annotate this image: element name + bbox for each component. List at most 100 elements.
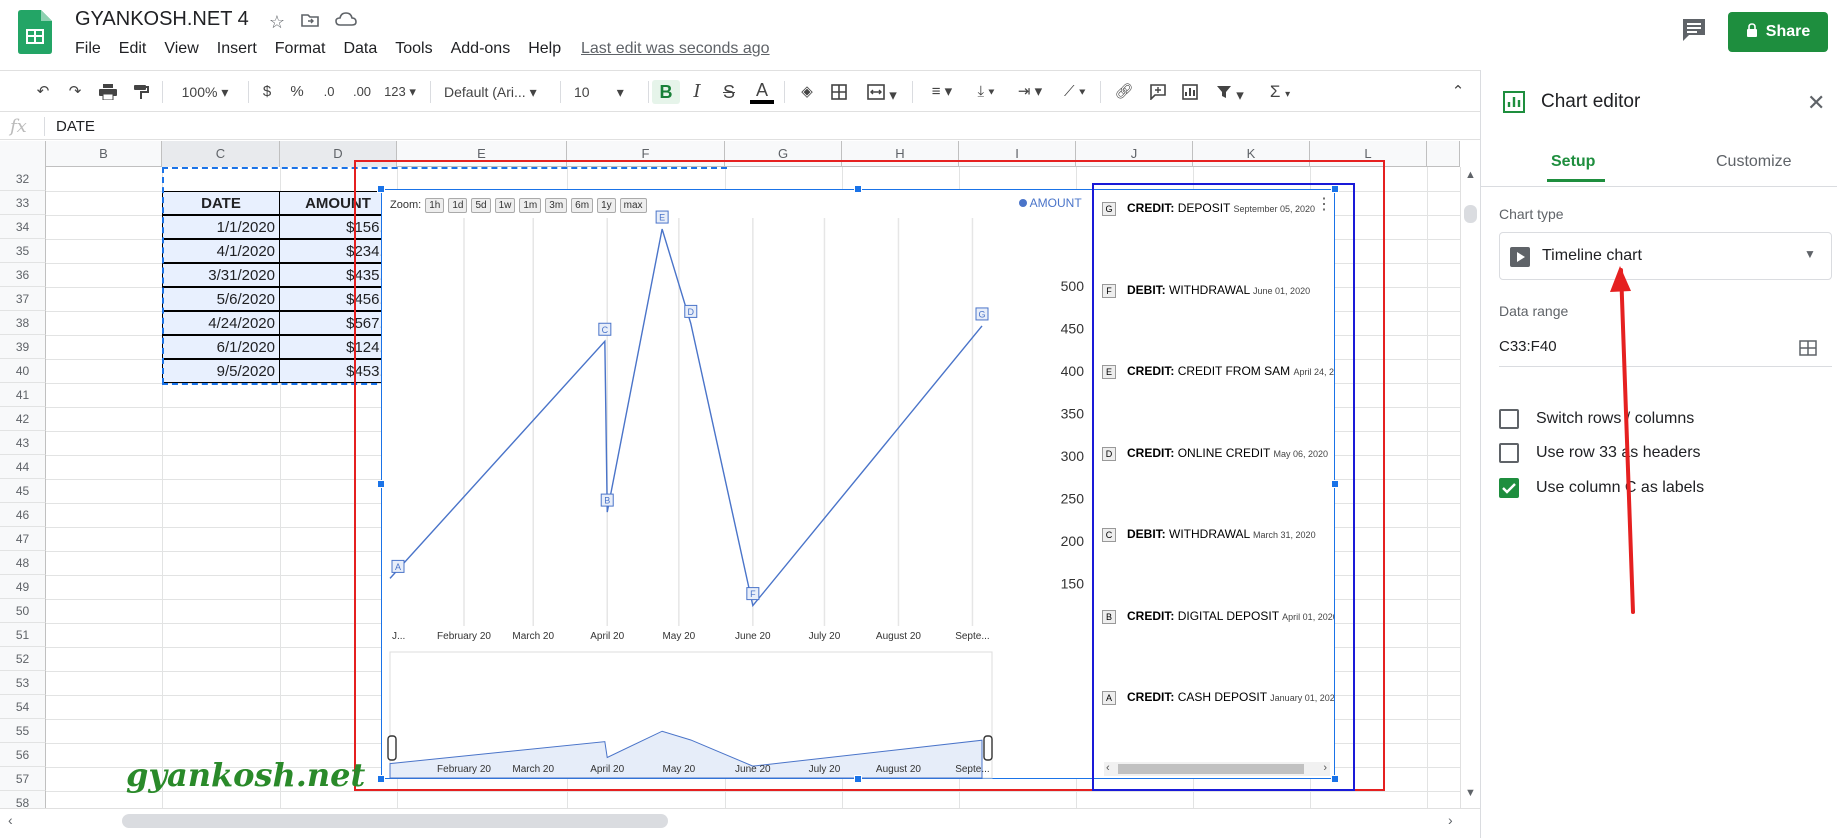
table-cell-date[interactable]: 3/31/2020 — [162, 263, 280, 287]
row-header[interactable]: 48 — [0, 551, 46, 575]
decrease-decimal-button[interactable]: .0 — [316, 80, 342, 104]
text-wrapping-icon[interactable]: ⇥ ▾ — [1012, 80, 1048, 104]
scrollbar-thumb[interactable] — [1464, 205, 1477, 223]
column-header-k[interactable]: K — [1193, 141, 1310, 167]
last-edit-link[interactable]: Last edit was seconds ago — [581, 40, 770, 58]
row-header[interactable]: 57 — [0, 767, 46, 791]
row-header[interactable]: 43 — [0, 431, 46, 455]
functions-button[interactable]: Σ ▾ — [1260, 80, 1300, 104]
resize-handle-br[interactable] — [1331, 775, 1339, 783]
column-header-f[interactable]: F — [567, 141, 725, 167]
resize-handle-tr[interactable] — [1331, 185, 1339, 193]
table-cell-date[interactable]: 4/1/2020 — [162, 239, 280, 263]
annotation-item[interactable]: F DEBIT: WITHDRAWAL June 01, 2020 — [1094, 282, 1334, 302]
percent-format-button[interactable]: % — [288, 80, 306, 104]
sheets-logo-icon[interactable] — [18, 10, 52, 54]
column-header-j[interactable]: J — [1076, 141, 1193, 167]
borders-icon[interactable] — [828, 80, 850, 104]
vertical-align-icon[interactable]: ⤓ ▾ — [968, 80, 1004, 104]
menu-data[interactable]: Data — [334, 38, 386, 62]
move-folder-icon[interactable] — [298, 10, 322, 34]
zoom-select[interactable]: 100% ▾ — [172, 80, 238, 104]
menu-view[interactable]: View — [155, 38, 207, 62]
annotation-scrollbar[interactable]: ‹ › — [1104, 762, 1330, 776]
table-cell-amount[interactable]: $435.0 — [279, 263, 397, 287]
menu-file[interactable]: File — [66, 38, 110, 62]
more-formats-select[interactable]: 123 ▾ — [380, 80, 420, 104]
document-title[interactable]: GYANKOSH.NET 4 — [75, 8, 249, 31]
redo-icon[interactable]: ↷ — [64, 80, 86, 104]
horizontal-scrollbar[interactable]: ‹ › — [0, 808, 1480, 834]
row-header[interactable]: 42 — [0, 407, 46, 431]
merge-cells-icon[interactable]: ▾ — [862, 80, 902, 104]
table-header-date[interactable]: DATE — [162, 191, 280, 215]
annotation-panel[interactable]: ⋮ G CREDIT: DEPOSIT September 05, 2020 F DE… — [1094, 190, 1334, 778]
table-cell-date[interactable]: 6/1/2020 — [162, 335, 280, 359]
row-header[interactable]: 56 — [0, 743, 46, 767]
annotation-item[interactable]: D CREDIT: ONLINE CREDIT May 06, 2020 — [1094, 445, 1334, 465]
row-header[interactable]: 47 — [0, 527, 46, 551]
annotation-item[interactable]: C DEBIT: WITHDRAWAL March 31, 2020 — [1094, 526, 1334, 546]
resize-handle-r[interactable] — [1331, 480, 1339, 488]
row-header[interactable]: 46 — [0, 503, 46, 527]
select-all-corner[interactable] — [0, 141, 46, 167]
row-header[interactable]: 36 — [0, 263, 46, 287]
menu-format[interactable]: Format — [266, 38, 335, 62]
resize-handle-tl[interactable] — [377, 185, 385, 193]
row-header[interactable]: 40 — [0, 359, 46, 383]
star-icon[interactable]: ☆ — [265, 10, 289, 34]
insert-link-icon[interactable]: 🔗︎ — [1112, 80, 1136, 104]
formula-input[interactable]: DATE — [56, 118, 95, 135]
undo-icon[interactable]: ↶ — [32, 80, 54, 104]
table-cell-amount[interactable]: $456.0 — [279, 287, 397, 311]
table-cell-amount[interactable]: $453.0 — [279, 359, 397, 383]
annotation-item[interactable]: B CREDIT: DIGITAL DEPOSIT April 01, 2020 — [1094, 608, 1334, 628]
insert-comment-icon[interactable] — [1146, 80, 1170, 104]
menu-help[interactable]: Help — [519, 38, 570, 62]
insert-chart-icon[interactable] — [1178, 80, 1202, 104]
font-size-select[interactable]: 10 ▾ — [574, 80, 640, 104]
table-cell-date[interactable]: 9/5/2020 — [162, 359, 280, 383]
comment-icon[interactable] — [1680, 16, 1708, 44]
table-cell-amount[interactable]: $234.0 — [279, 239, 397, 263]
row-header[interactable]: 34 — [0, 215, 46, 239]
row-header[interactable]: 52 — [0, 647, 46, 671]
resize-handle-b[interactable] — [854, 775, 862, 783]
table-cell-date[interactable]: 4/24/2020 — [162, 311, 280, 335]
row-header[interactable]: 55 — [0, 719, 46, 743]
scroll-right-icon[interactable]: › — [1448, 812, 1453, 828]
row-header[interactable]: 45 — [0, 479, 46, 503]
resize-handle-t[interactable] — [854, 185, 862, 193]
annotation-item[interactable]: E CREDIT: CREDIT FROM SAM April 24, 202 — [1094, 363, 1334, 383]
row-header[interactable]: 38 — [0, 311, 46, 335]
scrollbar-thumb[interactable] — [1118, 764, 1304, 774]
scrollbar-thumb[interactable] — [122, 814, 668, 828]
column-header-g[interactable]: G — [725, 141, 842, 167]
row-header[interactable]: 53 — [0, 671, 46, 695]
print-icon[interactable] — [96, 80, 120, 104]
fill-color-icon[interactable]: ◈ — [796, 80, 818, 104]
collapse-toolbar-icon[interactable]: ⌃ — [1446, 80, 1470, 104]
scroll-down-icon[interactable]: ▼ — [1465, 787, 1476, 799]
currency-format-button[interactable]: $ — [258, 80, 276, 104]
scroll-left-icon[interactable]: ‹ — [8, 812, 13, 828]
italic-button[interactable]: I — [686, 80, 708, 104]
annotation-item[interactable]: A CREDIT: CASH DEPOSIT January 01, 2020 — [1094, 689, 1334, 709]
table-cell-amount[interactable]: $567.0 — [279, 311, 397, 335]
table-cell-amount[interactable]: $156.0 — [279, 215, 397, 239]
row-header[interactable]: 37 — [0, 287, 46, 311]
row-header[interactable]: 54 — [0, 695, 46, 719]
annotation-item[interactable]: G CREDIT: DEPOSIT September 05, 2020 — [1094, 200, 1334, 220]
table-cell-date[interactable]: 5/6/2020 — [162, 287, 280, 311]
resize-handle-bl[interactable] — [377, 775, 385, 783]
table-cell-amount[interactable]: $124.0 — [279, 335, 397, 359]
row-header[interactable]: 49 — [0, 575, 46, 599]
timeline-chart[interactable]: Zoom: 1h 1d 5d 1w 1m 3m 6m 1y max AMOUNT J... Febr… — [381, 189, 1335, 779]
column-header-b[interactable]: B — [46, 141, 162, 167]
share-button[interactable]: Share — [1728, 12, 1828, 52]
row-header[interactable]: 39 — [0, 335, 46, 359]
vertical-scrollbar[interactable]: ▲ ▼ — [1460, 167, 1480, 808]
row-header[interactable]: 32 — [0, 167, 46, 191]
row-header[interactable]: 44 — [0, 455, 46, 479]
bold-button[interactable]: B — [652, 80, 680, 104]
